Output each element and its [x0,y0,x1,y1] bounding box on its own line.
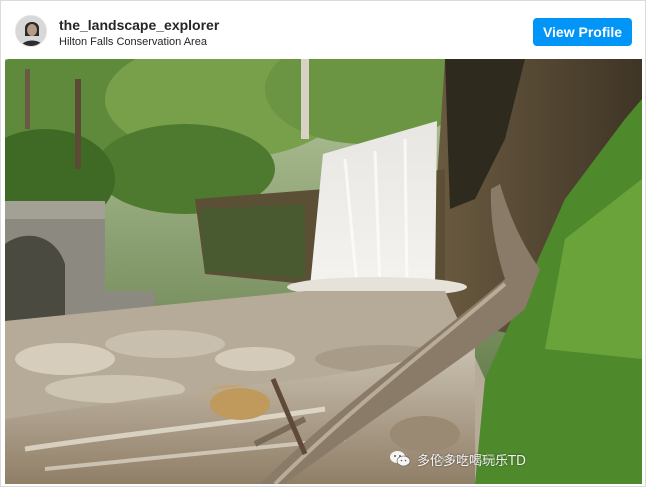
wechat-watermark: 多伦多吃喝玩乐TD ToarotoDiary [389,447,526,471]
avatar[interactable] [15,15,47,47]
post-photo[interactable] [5,59,642,484]
username[interactable]: the_landscape_explorer [59,17,219,33]
avatar-icon [16,16,46,46]
location-label[interactable]: Hilton Falls Conservation Area [59,36,207,48]
view-profile-button[interactable]: View Profile [533,18,632,46]
instagram-embed: the_landscape_explorer Hilton Falls Cons… [0,0,646,487]
wechat-icon [390,451,411,467]
watermark-faint-text: ToarotoDiary [431,452,508,466]
waterfall-photo [5,59,642,484]
post-header: the_landscape_explorer Hilton Falls Cons… [1,1,646,59]
